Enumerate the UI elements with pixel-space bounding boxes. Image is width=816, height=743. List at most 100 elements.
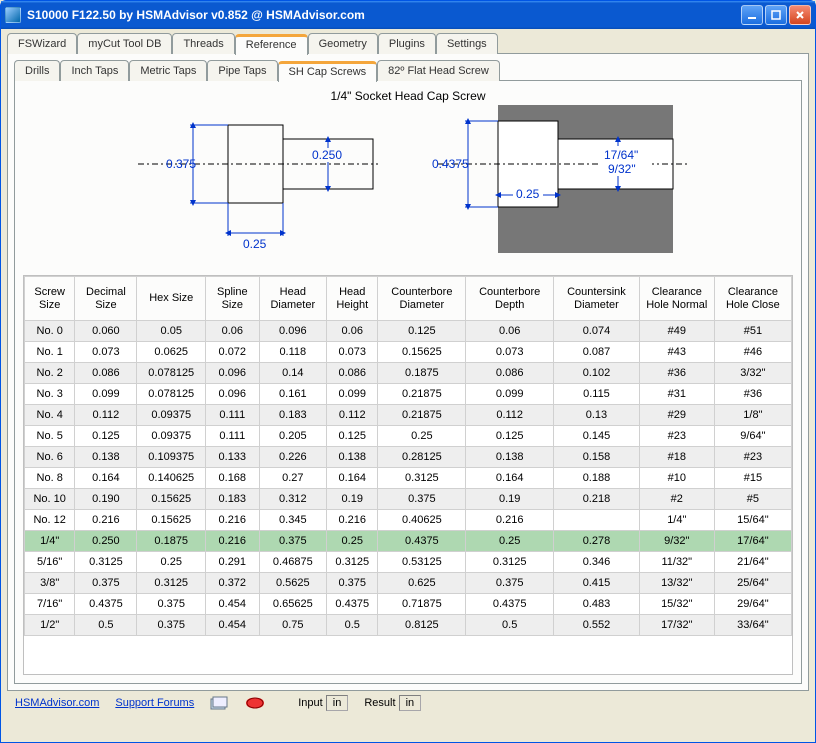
table-cell: 0.3125 bbox=[466, 552, 554, 573]
table-cell: 13/32" bbox=[639, 573, 714, 594]
tab-geometry[interactable]: Geometry bbox=[308, 33, 378, 54]
table-cell: 0.19 bbox=[327, 489, 378, 510]
table-row[interactable]: 5/16"0.31250.250.2910.468750.31250.53125… bbox=[25, 552, 792, 573]
table-cell: 25/64" bbox=[714, 573, 791, 594]
subtab-metric-taps[interactable]: Metric Taps bbox=[129, 60, 207, 81]
tab-reference[interactable]: Reference bbox=[235, 34, 308, 55]
table-header-row: Screw SizeDecimal SizeHex SizeSpline Siz… bbox=[25, 277, 792, 321]
col-header[interactable]: Hex Size bbox=[137, 277, 206, 321]
tab-fswizard[interactable]: FSWizard bbox=[7, 33, 77, 54]
table-cell: 0.073 bbox=[466, 342, 554, 363]
table-row[interactable]: 7/16"0.43750.3750.4540.656250.43750.7187… bbox=[25, 594, 792, 615]
table-cell: No. 4 bbox=[25, 405, 75, 426]
table-cell: 0.078125 bbox=[137, 363, 206, 384]
col-header[interactable]: Clearance Hole Normal bbox=[639, 277, 714, 321]
table-cell: 0.65625 bbox=[259, 594, 326, 615]
table-row[interactable]: 1/4"0.2500.18750.2160.3750.250.43750.250… bbox=[25, 531, 792, 552]
link-support-forums[interactable]: Support Forums bbox=[115, 697, 194, 709]
table-cell: #46 bbox=[714, 342, 791, 363]
table-cell: 0.4375 bbox=[75, 594, 137, 615]
table-row[interactable]: No. 120.2160.156250.2160.3450.2160.40625… bbox=[25, 510, 792, 531]
table-cell: 0.216 bbox=[327, 510, 378, 531]
tab-plugins[interactable]: Plugins bbox=[378, 33, 436, 54]
table-row[interactable]: 1/2"0.50.3750.4540.750.50.81250.50.55217… bbox=[25, 615, 792, 636]
subtab-82-flat-head-screw[interactable]: 82º Flat Head Screw bbox=[377, 60, 500, 81]
table-cell: 0.09375 bbox=[137, 426, 206, 447]
table-cell: 0.086 bbox=[466, 363, 554, 384]
screw-diagram: 1/4" Socket Head Cap Screw bbox=[23, 89, 793, 271]
table-cell: No. 5 bbox=[25, 426, 75, 447]
col-header[interactable]: Screw Size bbox=[25, 277, 75, 321]
table-row[interactable]: No. 20.0860.0781250.0960.140.0860.18750.… bbox=[25, 363, 792, 384]
tab-settings[interactable]: Settings bbox=[436, 33, 498, 54]
result-unit-selector[interactable]: in bbox=[399, 695, 422, 711]
col-header[interactable]: Head Height bbox=[327, 277, 378, 321]
table-row[interactable]: No. 40.1120.093750.1110.1830.1120.218750… bbox=[25, 405, 792, 426]
table-cell: 0.15625 bbox=[137, 510, 206, 531]
col-header[interactable]: Countersink Diameter bbox=[554, 277, 640, 321]
titlebar: S10000 F122.50 by HSMAdvisor v0.852 @ HS… bbox=[1, 1, 815, 29]
table-cell: 0.19 bbox=[466, 489, 554, 510]
table-cell: 0.25 bbox=[466, 531, 554, 552]
table-cell: 3/8" bbox=[25, 573, 75, 594]
table-cell: 0.345 bbox=[259, 510, 326, 531]
table-cell: 0.1875 bbox=[137, 531, 206, 552]
subtab-inch-taps[interactable]: Inch Taps bbox=[60, 60, 129, 81]
subtab-sh-cap-screws[interactable]: SH Cap Screws bbox=[278, 61, 378, 82]
subtab-drills[interactable]: Drills bbox=[14, 60, 60, 81]
table-cell: 0.13 bbox=[554, 405, 640, 426]
table-cell: 0.25 bbox=[327, 531, 378, 552]
table-cell: 0.111 bbox=[206, 405, 260, 426]
table-row[interactable]: No. 00.0600.050.060.0960.060.1250.060.07… bbox=[25, 321, 792, 342]
dim-cb-width: 0.25 bbox=[516, 187, 540, 201]
screw-table-scroll[interactable]: Screw SizeDecimal SizeHex SizeSpline Siz… bbox=[23, 275, 793, 675]
status-icon-1[interactable] bbox=[210, 696, 228, 710]
table-row[interactable]: No. 10.0730.06250.0720.1180.0730.156250.… bbox=[25, 342, 792, 363]
table-cell: No. 10 bbox=[25, 489, 75, 510]
dim-shank-dia: 0.250 bbox=[312, 148, 342, 162]
col-header[interactable]: Spline Size bbox=[206, 277, 260, 321]
table-cell: 0.291 bbox=[206, 552, 260, 573]
table-cell: 0.099 bbox=[327, 384, 378, 405]
table-cell: 0.183 bbox=[206, 489, 260, 510]
status-icon-2[interactable] bbox=[244, 696, 262, 710]
table-cell: 0.5 bbox=[327, 615, 378, 636]
minimize-button[interactable] bbox=[741, 5, 763, 25]
col-header[interactable]: Counterbore Diameter bbox=[378, 277, 466, 321]
col-header[interactable]: Counterbore Depth bbox=[466, 277, 554, 321]
link-hsmadvisor[interactable]: HSMAdvisor.com bbox=[15, 697, 99, 709]
table-cell: 0.14 bbox=[259, 363, 326, 384]
table-row[interactable]: 3/8"0.3750.31250.3720.56250.3750.6250.37… bbox=[25, 573, 792, 594]
table-cell: 0.1875 bbox=[378, 363, 466, 384]
col-header[interactable]: Head Diameter bbox=[259, 277, 326, 321]
table-cell: 0.250 bbox=[75, 531, 137, 552]
table-row[interactable]: No. 50.1250.093750.1110.2050.1250.250.12… bbox=[25, 426, 792, 447]
table-cell: 0.3125 bbox=[137, 573, 206, 594]
table-cell: #23 bbox=[714, 447, 791, 468]
table-row[interactable]: No. 80.1640.1406250.1680.270.1640.31250.… bbox=[25, 468, 792, 489]
table-cell: 0.454 bbox=[206, 594, 260, 615]
table-cell: 0.552 bbox=[554, 615, 640, 636]
col-header[interactable]: Clearance Hole Close bbox=[714, 277, 791, 321]
table-cell: 0.073 bbox=[75, 342, 137, 363]
close-button[interactable] bbox=[789, 5, 811, 25]
col-header[interactable]: Decimal Size bbox=[75, 277, 137, 321]
tab-threads[interactable]: Threads bbox=[172, 33, 234, 54]
table-cell: 0.125 bbox=[378, 321, 466, 342]
table-cell: 0.112 bbox=[75, 405, 137, 426]
table-cell: 0.188 bbox=[554, 468, 640, 489]
table-cell: No. 0 bbox=[25, 321, 75, 342]
table-cell: No. 1 bbox=[25, 342, 75, 363]
table-cell: 1/4" bbox=[639, 510, 714, 531]
input-label: Input bbox=[298, 697, 322, 709]
table-row[interactable]: No. 30.0990.0781250.0960.1610.0990.21875… bbox=[25, 384, 792, 405]
table-row[interactable]: No. 60.1380.1093750.1330.2260.1380.28125… bbox=[25, 447, 792, 468]
tab-mycut-tool-db[interactable]: myCut Tool DB bbox=[77, 33, 172, 54]
table-cell: 0.06 bbox=[466, 321, 554, 342]
dim-head-width: 0.25 bbox=[243, 237, 267, 251]
maximize-button[interactable] bbox=[765, 5, 787, 25]
input-unit-selector[interactable]: in bbox=[326, 695, 349, 711]
subtab-pipe-taps[interactable]: Pipe Taps bbox=[207, 60, 277, 81]
table-cell: 0.454 bbox=[206, 615, 260, 636]
table-row[interactable]: No. 100.1900.156250.1830.3120.190.3750.1… bbox=[25, 489, 792, 510]
